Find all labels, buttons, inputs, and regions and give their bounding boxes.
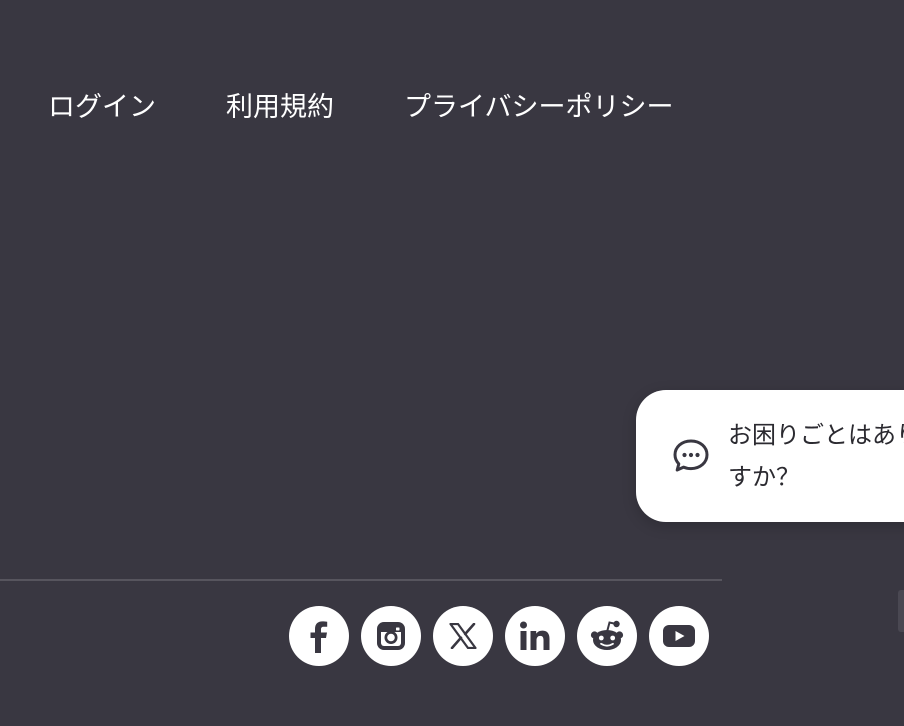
privacy-policy-link[interactable]: プライバシーポリシー bbox=[404, 85, 673, 124]
social-links bbox=[289, 606, 709, 666]
login-link[interactable]: ログイン bbox=[48, 85, 156, 124]
linkedin-icon bbox=[519, 621, 551, 651]
terms-link[interactable]: 利用規約 bbox=[226, 85, 334, 124]
help-chat-widget[interactable]: お困りごとはありますか？ bbox=[636, 390, 904, 522]
facebook-button[interactable] bbox=[289, 606, 349, 666]
reddit-icon bbox=[589, 619, 625, 653]
facebook-icon bbox=[304, 619, 334, 653]
youtube-icon bbox=[662, 623, 696, 649]
instagram-button[interactable] bbox=[361, 606, 421, 666]
chat-bubble-icon bbox=[672, 438, 710, 474]
linkedin-button[interactable] bbox=[505, 606, 565, 666]
instagram-icon bbox=[375, 620, 407, 652]
footer-divider bbox=[0, 579, 722, 581]
x-icon bbox=[449, 623, 477, 649]
youtube-button[interactable] bbox=[649, 606, 709, 666]
x-button[interactable] bbox=[433, 606, 493, 666]
reddit-button[interactable] bbox=[577, 606, 637, 666]
edge-tab bbox=[898, 590, 904, 632]
help-chat-text: お困りごとはありますか？ bbox=[728, 421, 904, 491]
footer-nav: ログイン 利用規約 プライバシーポリシー bbox=[48, 84, 673, 124]
